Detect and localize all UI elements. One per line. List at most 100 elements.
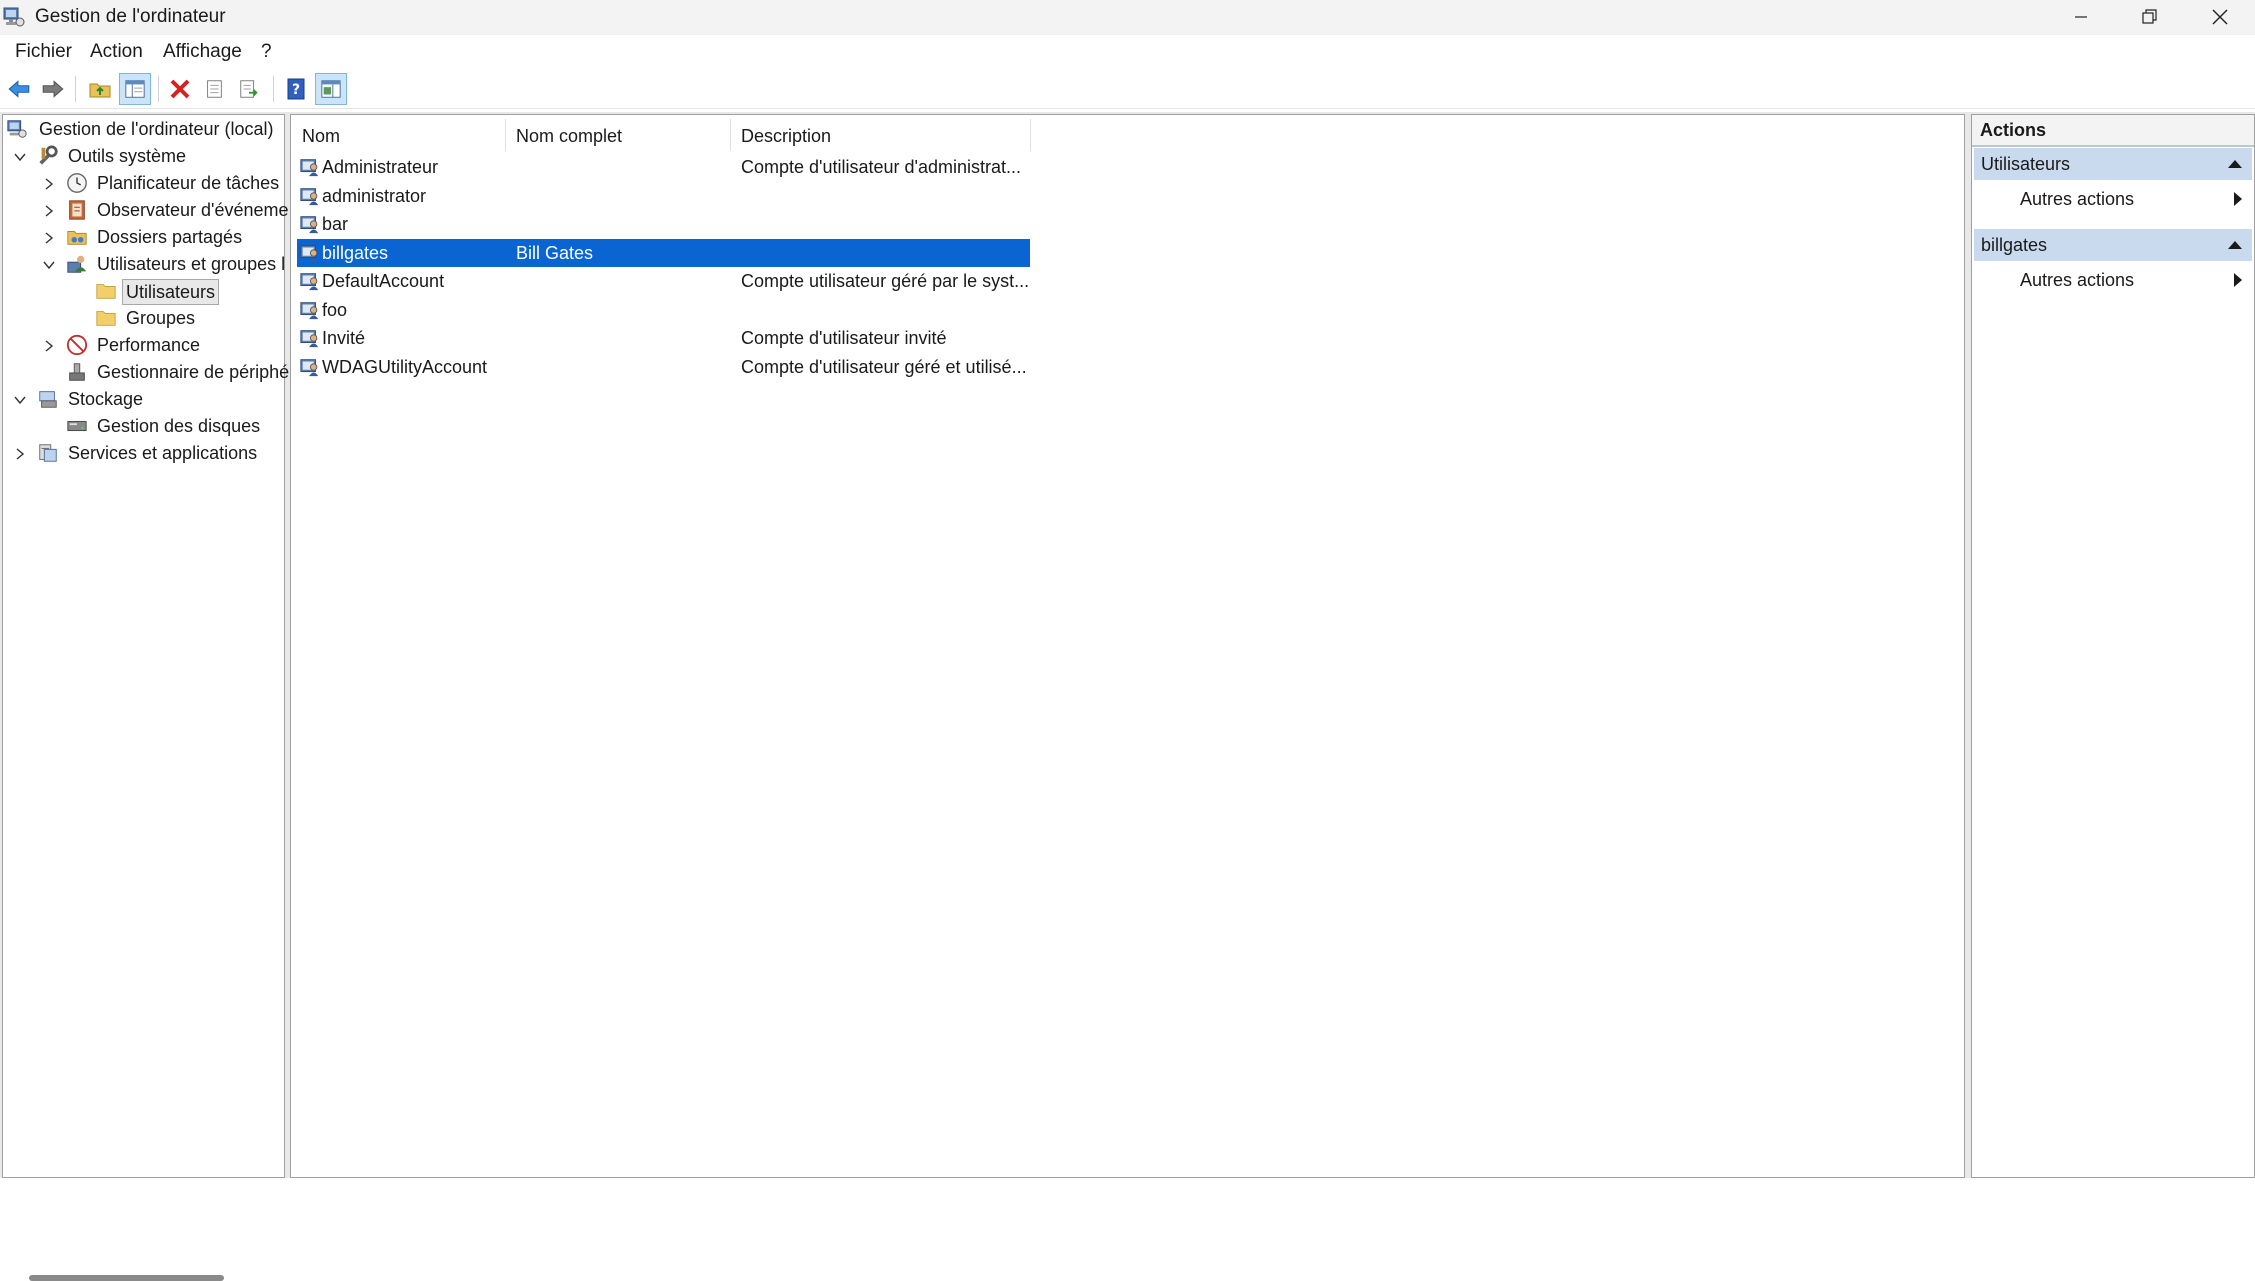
table-row[interactable]: Invité Compte d'utilisateur invité: [297, 324, 1030, 352]
submenu-arrow-icon: [2234, 273, 2242, 287]
computer-management-icon: [6, 118, 30, 142]
close-button[interactable]: [2185, 0, 2255, 34]
folder-icon: [95, 307, 119, 331]
shared-folder-icon: [66, 226, 90, 250]
user-list-pane[interactable]: Nom Nom complet Description Administrate…: [290, 114, 1965, 1178]
table-row[interactable]: administrator: [297, 182, 1030, 210]
cell-name: Administrateur: [322, 157, 439, 177]
chevron-right-icon[interactable]: [42, 231, 56, 245]
cell-name: foo: [322, 299, 348, 320]
chevron-down-icon[interactable]: [13, 150, 27, 164]
collapse-icon[interactable]: [2228, 241, 2242, 249]
minimize-button[interactable]: [2046, 0, 2116, 34]
storage-icon: [37, 388, 61, 412]
cell-name: Invité: [322, 328, 366, 348]
column-separator[interactable]: [730, 119, 731, 151]
action-more-actions[interactable]: Autres actions: [1974, 264, 2252, 296]
table-row[interactable]: WDAGUtilityAccount Compte d'utilisateur g…: [297, 353, 1030, 381]
properties-icon[interactable]: [198, 73, 230, 105]
cell-description: Compte utilisateur géré par le syst...: [741, 271, 1030, 291]
clock-icon: [66, 172, 90, 196]
tree-pane[interactable]: Gestion de l'ordinateur (local) Outils s…: [2, 114, 289, 1281]
cell-name: administrator: [322, 185, 427, 206]
actions-section-billgates[interactable]: billgates: [1974, 229, 2252, 261]
device-manager-icon: [66, 361, 90, 385]
table-row[interactable]: DefaultAccount Compte utilisateur géré pa…: [297, 267, 1030, 295]
user-icon: [299, 356, 321, 378]
column-header-description[interactable]: Description: [741, 126, 831, 147]
chevron-right-icon[interactable]: [13, 447, 27, 461]
services-icon: [37, 442, 61, 466]
column-separator[interactable]: [505, 119, 506, 151]
computer-management-icon: [2, 5, 26, 29]
tree-label: Dossiers partagés: [97, 227, 243, 247]
table-row[interactable]: bar: [297, 210, 1030, 238]
tree-label: Observateur d'événeme: [97, 200, 289, 220]
users-groups-icon: [66, 253, 90, 277]
actions-header: Actions: [1972, 115, 2254, 147]
actions-section-users[interactable]: Utilisateurs: [1974, 148, 2252, 180]
export-list-icon[interactable]: [233, 73, 265, 105]
section-label: Utilisateurs: [1981, 154, 2071, 174]
chevron-down-icon[interactable]: [42, 258, 56, 272]
cell-description: Compte d'utilisateur géré et utilisé...: [741, 356, 1027, 377]
toolbar-separator: [75, 76, 76, 102]
window-title: Gestion de l'ordinateur: [35, 6, 226, 27]
toolbar-separator: [273, 76, 274, 102]
event-viewer-icon: [66, 199, 90, 223]
collapse-icon[interactable]: [2228, 160, 2242, 168]
action-label: Autres actions: [2020, 189, 2135, 209]
cell-description: Compte d'utilisateur d'administrat...: [741, 157, 1021, 177]
chevron-right-icon[interactable]: [42, 177, 56, 191]
tree-label: Gestion de l'ordinateur (local): [39, 119, 274, 139]
tree-label: Utilisateurs: [122, 279, 220, 305]
toolbar-separator: [158, 76, 159, 102]
forward-icon[interactable]: [37, 73, 69, 105]
tree-label: Outils système: [68, 146, 187, 166]
user-icon: [299, 327, 321, 349]
chevron-right-icon[interactable]: [42, 339, 56, 353]
folder-icon: [95, 280, 119, 304]
cell-name: billgates: [322, 242, 389, 263]
user-icon: [299, 185, 321, 207]
show-hide-tree-icon[interactable]: [119, 73, 151, 105]
tree-label: Utilisateurs et groupes l: [97, 254, 286, 274]
cell-description: Compte d'utilisateur invité: [741, 328, 947, 348]
actions-pane: Actions Utilisateurs Autres actions bill…: [1971, 114, 2255, 1178]
tree-label: Groupes: [126, 308, 196, 328]
menu-bar: Fichier Action Affichage ?: [0, 34, 2255, 71]
toolbar: ?: [0, 70, 2255, 109]
delete-icon[interactable]: [164, 73, 196, 105]
column-separator[interactable]: [1030, 119, 1031, 151]
column-header-fullname[interactable]: Nom complet: [516, 126, 622, 147]
table-row[interactable]: foo: [297, 296, 1030, 324]
column-header-name[interactable]: Nom: [302, 126, 340, 147]
performance-icon: [66, 334, 90, 358]
chevron-right-icon[interactable]: [42, 204, 56, 218]
cell-name: WDAGUtilityAccount: [322, 356, 488, 377]
menu-action[interactable]: Action: [90, 41, 143, 63]
chevron-down-icon[interactable]: [13, 393, 27, 407]
back-icon[interactable]: [3, 73, 35, 105]
tree-label: Planificateur de tâches: [97, 173, 280, 193]
menu-affichage[interactable]: Affichage: [163, 41, 242, 63]
tree-label: Performance: [97, 335, 201, 355]
actions-title: Actions: [1980, 120, 2047, 140]
menu-fichier[interactable]: Fichier: [15, 41, 72, 63]
help-icon[interactable]: ?: [280, 73, 312, 105]
submenu-arrow-icon: [2234, 192, 2242, 206]
user-icon: [299, 299, 321, 321]
table-row[interactable]: billgates Bill Gates: [297, 238, 1030, 267]
restore-button[interactable]: [2114, 0, 2184, 34]
action-label: Autres actions: [2020, 270, 2135, 290]
horizontal-scrollbar[interactable]: [29, 1275, 224, 1281]
show-hide-action-pane-icon[interactable]: [315, 73, 347, 105]
menu-help[interactable]: ?: [261, 41, 272, 63]
user-icon: [299, 213, 321, 235]
table-row[interactable]: Administrateur Compte d'utilisateur d'adm…: [297, 153, 1030, 181]
user-icon: [299, 242, 321, 264]
action-more-actions[interactable]: Autres actions: [1974, 183, 2252, 215]
svg-text:?: ?: [292, 82, 300, 98]
title-bar: Gestion de l'ordinateur: [0, 0, 2255, 34]
up-folder-icon[interactable]: [84, 73, 116, 105]
